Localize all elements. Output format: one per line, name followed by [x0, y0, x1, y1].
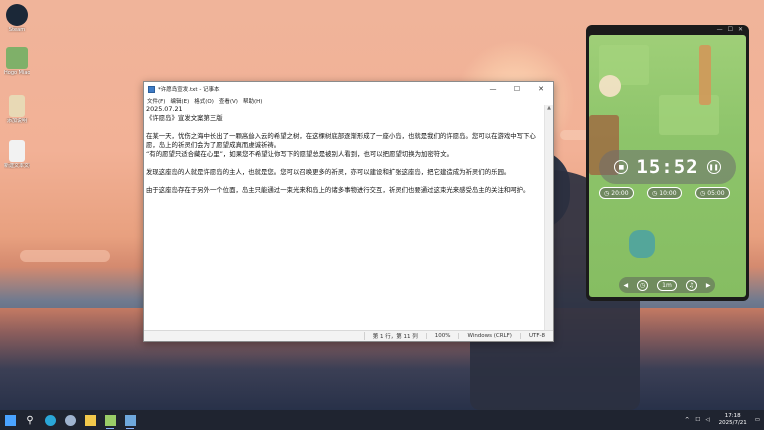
steam-icon [6, 4, 28, 26]
system-tray: ^ ☐ ◁ 17:18 2025/7/21 ▭ [685, 410, 764, 430]
menu-help[interactable]: 帮助(H) [243, 97, 262, 105]
timer-time: 15:52 [636, 156, 699, 178]
widget-close-button[interactable]: ✕ [738, 26, 743, 33]
document-icon [9, 95, 25, 117]
text-editor[interactable]: 2025.07.21 《许愿岛》宣发文案第三版 ​ 在某一天，忧伤之海中长出了一… [144, 105, 544, 330]
timer-widget-window: — ☐ ✕ ■ 15:52 ❚❚ ◷ 20:00 ◷ 10:00 ◷ 05:00 ◀ … [586, 25, 749, 301]
notepad-icon [148, 85, 155, 93]
text-line: ​ [146, 123, 542, 132]
desktop-icon-steam[interactable]: Steam [4, 4, 30, 33]
close-button[interactable]: ✕ [529, 82, 553, 96]
playback-controls: ◀ ◷ 1m ♫ ▶ [619, 277, 715, 293]
stop-icon[interactable]: ■ [614, 160, 629, 174]
menu-view[interactable]: 查看(V) [219, 97, 238, 105]
preset-20[interactable]: ◷ 20:00 [599, 187, 634, 199]
taskbar: ⚲ ^ ☐ ◁ 17:18 2025/7/21 ▭ [0, 410, 764, 430]
menu-bar: 文件(F) 编辑(E) 格式(O) 查看(V) 帮助(H) [144, 96, 553, 105]
network-icon[interactable]: ☐ [695, 417, 700, 423]
sound-icon[interactable]: ♫ [685, 279, 697, 291]
widget-window-controls: — ☐ ✕ [717, 26, 743, 33]
text-line: 在某一天，忧伤之海中长出了一颗高耸入云的希望之树，在这棵树底部逐渐形成了一座小岛… [146, 132, 536, 149]
explorer-app[interactable] [80, 410, 100, 430]
volume-icon[interactable]: ◁ [705, 417, 709, 423]
timer-display: ■ 15:52 ❚❚ [599, 150, 736, 184]
text-line: 《许愿岛》宣发文案第三版 [146, 114, 223, 122]
cursor-position: 第 1 行，第 11 列 [363, 332, 426, 340]
tray-date: 2025/7/21 [718, 420, 747, 426]
notepad-window: *许愿岛宣发.txt - 记事本 — ☐ ✕ 文件(F) 编辑(E) 格式(O)… [143, 81, 554, 342]
minimize-button[interactable]: — [481, 82, 505, 96]
game-icon [6, 47, 28, 69]
windows-logo-icon [4, 414, 16, 426]
prev-icon[interactable]: ◀ [623, 282, 628, 289]
clock[interactable]: 17:18 2025/7/21 [719, 413, 747, 427]
cloud [20, 250, 110, 262]
tray-chevron-icon[interactable]: ^ [685, 417, 690, 423]
notepad-app[interactable] [120, 410, 140, 430]
clock-icon: ◷ [604, 189, 610, 197]
search-icon: ⚲ [26, 414, 34, 426]
maximize-button[interactable]: ☐ [505, 82, 529, 96]
edge-icon [44, 414, 56, 426]
desktop-icon-text-file[interactable]: 新建文本文档 [4, 140, 30, 169]
next-icon[interactable]: ▶ [706, 282, 711, 289]
pause-icon[interactable]: ❚❚ [706, 160, 721, 174]
text-line: 发现这座岛的人就是许愿岛的主人，也就是您。您可以召唤更多的祈灵，亦可以建设和扩张… [146, 168, 511, 176]
preset-05[interactable]: ◷ 05:00 [695, 187, 730, 199]
notepad-icon [124, 414, 136, 426]
text-line: ​ [146, 159, 542, 168]
clock-icon: ◷ [700, 189, 706, 197]
status-bar: 第 1 行，第 11 列 100% Windows (CRLF) UTF-8 [144, 330, 553, 341]
notepad-titlebar[interactable]: *许愿岛宣发.txt - 记事本 — ☐ ✕ [144, 82, 553, 96]
steam-icon [64, 414, 76, 426]
edge-app[interactable] [40, 410, 60, 430]
window-title: *许愿岛宣发.txt - 记事本 [158, 87, 220, 93]
vertical-scrollbar[interactable]: ▲ [544, 105, 553, 330]
zoom-level: 100% [425, 333, 459, 339]
timer-mode-icon[interactable]: ◷ [637, 279, 649, 291]
desktop-icon-document[interactable]: 添加说明 [4, 95, 30, 124]
text-line: ​ [146, 177, 542, 186]
menu-file[interactable]: 文件(F) [147, 97, 165, 105]
game-scene: ■ 15:52 ❚❚ ◷ 20:00 ◷ 10:00 ◷ 05:00 ◀ ◷ 1m ♫… [589, 35, 746, 297]
text-line: “有的愿望只适合藏在心里”，如果您不希望让你写下的愿望总是被别人看到，也可以把愿… [146, 150, 453, 158]
encoding: UTF-8 [519, 333, 553, 339]
notification-icon[interactable]: ▭ [755, 417, 760, 423]
interval-selector[interactable]: 1m [656, 279, 677, 291]
spirit-character [599, 75, 621, 97]
game-icon [104, 414, 116, 426]
widget-minimize-button[interactable]: — [717, 26, 723, 33]
clock-icon: ◷ [652, 189, 658, 197]
folder-icon [84, 414, 96, 426]
menu-edit[interactable]: 编辑(E) [170, 97, 189, 105]
menu-format[interactable]: 格式(O) [194, 97, 214, 105]
text-file-icon [9, 140, 25, 162]
steam-app[interactable] [60, 410, 80, 430]
text-line: 由于这座岛存在于另外一个位面，岛主只能通过一束光来和岛上的诸多事物进行交互，祈灵… [146, 186, 530, 194]
game-app[interactable] [100, 410, 120, 430]
text-line: 2025.07.21 [146, 105, 183, 113]
spirit-character [629, 230, 655, 258]
line-ending: Windows (CRLF) [458, 333, 519, 339]
desktop-icon-game[interactable]: Hogo Miaowu ... [4, 47, 30, 76]
search-button[interactable]: ⚲ [20, 410, 40, 430]
start-button[interactable] [0, 410, 20, 430]
wooden-post [699, 45, 711, 105]
preset-10[interactable]: ◷ 10:00 [647, 187, 682, 199]
scroll-up-icon[interactable]: ▲ [545, 105, 553, 111]
tray-time: 17:18 [724, 413, 741, 419]
widget-maximize-button[interactable]: ☐ [728, 26, 733, 33]
